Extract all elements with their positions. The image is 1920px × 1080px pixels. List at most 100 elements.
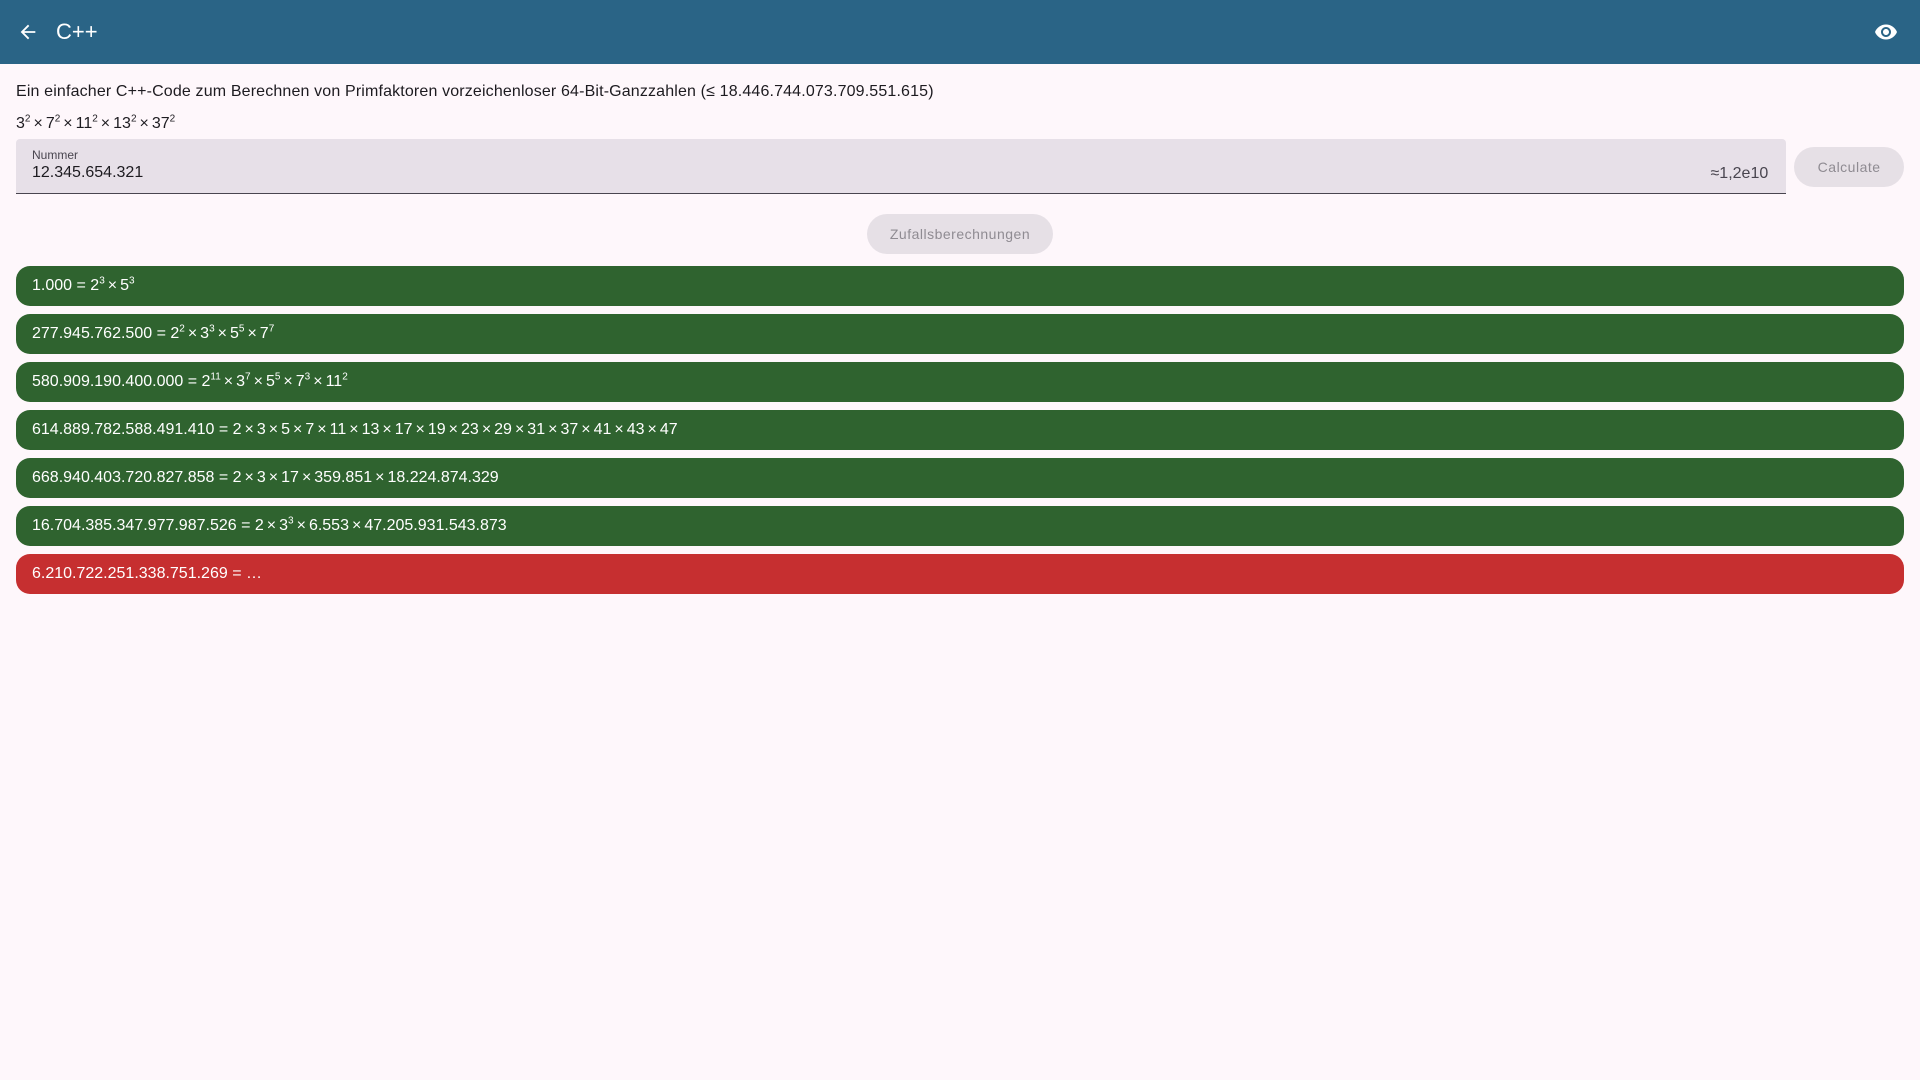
back-button[interactable] — [8, 12, 48, 52]
results-list: 1.000 = 23 × 53 277.945.762.500 = 22 × 33 × 55 ×… — [16, 266, 1904, 594]
factor-base: 2 — [254, 517, 264, 534]
factor-base: 47.205.931.543.873 — [364, 517, 507, 534]
app-bar: C++ — [0, 0, 1920, 64]
times-symbol: × — [481, 421, 492, 438]
factor-base: 17 — [394, 421, 413, 438]
times-symbol: × — [268, 469, 279, 486]
result-number: 6.210.722.251.338.751.269 — [32, 565, 228, 582]
result-number: 580.909.190.400.000 — [32, 373, 184, 390]
factor-base: 41 — [593, 421, 612, 438]
factor-base: 5 — [229, 325, 239, 342]
times-symbol: × — [382, 421, 392, 438]
result-item[interactable]: 1.000 = 23 × 53 — [16, 266, 1904, 306]
factor-base: 47 — [659, 421, 678, 438]
factor-exponent: 3 — [99, 275, 105, 287]
number-approximation: ≈1,2e10 — [1710, 165, 1769, 182]
result-text: 1.000 = 23 × 53 — [32, 275, 135, 294]
times-symbol: × — [187, 325, 198, 342]
times-symbol: × — [581, 421, 591, 438]
factor-base: 11 — [75, 115, 93, 132]
factor-base: 359.851 — [314, 469, 373, 486]
result-text: 6.210.722.251.338.751.269 = … — [32, 565, 262, 582]
factor-base: 37 — [560, 421, 579, 438]
times-symbol: × — [317, 421, 327, 438]
times-symbol: × — [415, 421, 425, 438]
factor-exponent: 2 — [169, 113, 176, 125]
factor-exponent: 5 — [274, 371, 281, 383]
result-item-pending[interactable]: 6.210.722.251.338.751.269 = … — [16, 554, 1904, 594]
factor-base: 43 — [626, 421, 645, 438]
factor-base: 29 — [494, 421, 512, 438]
times-symbol: × — [63, 115, 73, 132]
calculate-button[interactable]: Calculate — [1794, 147, 1904, 187]
factor-base: 19 — [427, 421, 446, 438]
number-field[interactable]: Nummer ≈1,2e10 — [16, 139, 1787, 194]
factor-exponent: 3 — [209, 323, 215, 335]
arrow-back-icon — [20, 24, 36, 40]
number-field-label: Nummer — [32, 148, 79, 162]
factor-exponent: 3 — [304, 371, 311, 383]
result-number: 277.945.762.500 — [32, 325, 153, 342]
times-symbol: × — [375, 469, 385, 486]
times-symbol: × — [268, 421, 279, 438]
factor-base: 17 — [281, 469, 299, 486]
factor-exponent: 2 — [342, 371, 348, 383]
times-symbol: × — [548, 421, 558, 438]
result-number: 1.000 — [32, 277, 73, 294]
factor-base: 3 — [279, 517, 289, 534]
factor-base: 13 — [113, 115, 131, 132]
times-symbol: × — [217, 325, 227, 342]
times-symbol: × — [100, 115, 111, 132]
factor-base: 3 — [256, 469, 266, 486]
number-input[interactable] — [32, 164, 1532, 182]
factor-base: 7 — [305, 421, 315, 438]
factor-base: 2 — [90, 277, 100, 294]
random-calculations-button[interactable]: Zufallsberechnungen — [867, 214, 1053, 254]
factor-base: 2 — [170, 325, 180, 342]
factor-base: 2 — [232, 421, 242, 438]
result-item[interactable]: 614.889.782.588.491.410 = 2 × 3 × 5 × 7 × 11 × 13 ×… — [16, 410, 1904, 450]
factor-base: 3 — [200, 325, 210, 342]
times-symbol: × — [244, 469, 254, 486]
result-item[interactable]: 580.909.190.400.000 = 211 × 37 × 55 × 73 × 112 — [16, 362, 1904, 402]
page-title: C++ — [56, 19, 98, 44]
factor-base: 3 — [256, 421, 266, 438]
factor-exponent: 2 — [130, 113, 137, 125]
times-symbol: × — [253, 373, 263, 390]
times-symbol: × — [33, 115, 43, 132]
times-symbol: × — [647, 421, 657, 438]
factor-base: 11 — [325, 373, 343, 390]
times-symbol: × — [107, 277, 118, 294]
times-symbol: × — [247, 325, 257, 342]
factor-base: 7 — [45, 115, 55, 132]
result-text: 580.909.190.400.000 = 211 × 37 × 55 × 73 × 112 — [32, 371, 348, 390]
factor-base: 23 — [461, 421, 479, 438]
factor-exponent: 5 — [238, 323, 245, 335]
result-number: 614.889.782.588.491.410 — [32, 421, 215, 438]
result-pending: … — [245, 565, 262, 582]
times-symbol: × — [514, 421, 525, 438]
times-symbol: × — [351, 517, 362, 534]
times-symbol: × — [139, 115, 149, 132]
result-item[interactable]: 668.940.403.720.827.858 = 2 × 3 × 17 × 359.851… — [16, 458, 1904, 498]
view-button[interactable] — [1866, 12, 1906, 52]
factor-base: 18.224.874.329 — [387, 469, 499, 486]
factor-base: 7 — [295, 373, 305, 390]
factor-exponent: 7 — [268, 323, 275, 335]
times-symbol: × — [266, 517, 277, 534]
result-text: 668.940.403.720.827.858 = 2 × 3 × 17 × 359.851… — [32, 469, 499, 486]
result-item[interactable]: 16.704.385.347.977.987.526 = 2 × 33 × 6.553 ×… — [16, 506, 1904, 546]
factor-exponent: 11 — [210, 371, 221, 383]
times-symbol: × — [614, 421, 624, 438]
times-symbol: × — [313, 373, 323, 390]
times-symbol: × — [293, 421, 303, 438]
factor-exponent: 2 — [92, 113, 98, 125]
result-item[interactable]: 277.945.762.500 = 22 × 33 × 55 × 77 — [16, 314, 1904, 354]
result-text: 16.704.385.347.977.987.526 = 2 × 33 × 6.553 ×… — [32, 515, 507, 534]
result-number: 16.704.385.347.977.987.526 — [32, 517, 237, 534]
factor-base: 5 — [265, 373, 275, 390]
times-symbol: × — [301, 469, 312, 486]
times-symbol: × — [223, 373, 234, 390]
factor-base: 5 — [281, 421, 291, 438]
factor-base: 31 — [527, 421, 546, 438]
